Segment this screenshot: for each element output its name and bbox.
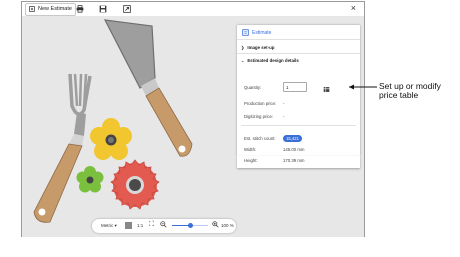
- divider: [241, 125, 356, 126]
- yellow-flower-image: [90, 118, 132, 160]
- new-estimate-label: New Estimate: [38, 6, 72, 12]
- units-label: Metric: [101, 223, 114, 228]
- stitch-count-label: Est. stitch count:: [244, 136, 276, 141]
- digitizing-price-label: Digitizing price:: [244, 114, 274, 119]
- save-button[interactable]: [98, 4, 108, 14]
- print-button[interactable]: [75, 4, 85, 14]
- zoom-out-icon[interactable]: [160, 221, 167, 229]
- zoom-percent: 100 %: [221, 223, 234, 228]
- callout-line-2: price table: [379, 90, 419, 100]
- height-label: Height:: [244, 158, 258, 163]
- design-details-section[interactable]: ⌄ Estimated design details: [241, 58, 299, 63]
- save-icon: [99, 5, 107, 13]
- callout-text: Set up or modify price table: [379, 82, 441, 100]
- callout-arrow: [349, 84, 377, 90]
- chevron-down-icon: ⌄: [241, 58, 245, 63]
- estimate-icon: [242, 29, 249, 36]
- width-label: Width:: [244, 147, 257, 152]
- view-controls-bar: Metric ▾ 1:1 ⛶ 100 %: [92, 219, 236, 233]
- divider: [237, 53, 360, 54]
- price-table-icon[interactable]: [323, 86, 330, 93]
- export-button[interactable]: [122, 4, 132, 14]
- frame-icon[interactable]: [125, 222, 132, 229]
- quantity-input[interactable]: 1: [283, 82, 307, 92]
- zoom-unit: %: [229, 223, 234, 228]
- zoom-value: 100: [221, 223, 229, 228]
- toolbar: New Estimate ×: [22, 2, 364, 17]
- estimate-header: Estimate: [242, 29, 271, 36]
- zoom-in-icon[interactable]: [212, 221, 219, 229]
- estimate-window: New Estimate × Estimate ❯ Image set-up ⌄…: [21, 1, 365, 237]
- stitch-count-badge: 15,421: [283, 135, 302, 142]
- estimate-title: Estimate: [252, 29, 272, 36]
- close-icon[interactable]: ×: [351, 3, 356, 13]
- green-flower-image: [76, 166, 104, 193]
- digitizing-price-value: -: [283, 114, 285, 119]
- zoom-slider-handle[interactable]: [187, 223, 193, 228]
- one-to-one-button[interactable]: 1:1: [137, 223, 143, 228]
- units-select[interactable]: Metric ▾: [101, 223, 117, 229]
- image-setup-section[interactable]: ❯ Image set-up: [241, 45, 274, 50]
- height-value: 170.39 mm: [283, 158, 305, 163]
- production-price-label: Production price:: [244, 101, 277, 106]
- new-estimate-button[interactable]: New Estimate: [25, 2, 76, 16]
- design-canvas[interactable]: Estimate ❯ Image set-up ⌄ Estimated desi…: [22, 16, 364, 237]
- width-value: 145.00 mm: [283, 147, 305, 152]
- chevron-right-icon: ❯: [241, 45, 245, 50]
- estimate-panel: Estimate ❯ Image set-up ⌄ Estimated desi…: [237, 25, 360, 156]
- export-icon: [123, 5, 131, 13]
- divider: [237, 39, 360, 40]
- quantity-label: Quantity:: [244, 85, 262, 90]
- design-details-label: Estimated design details: [247, 58, 299, 63]
- production-price-value: -: [283, 101, 285, 106]
- new-estimate-icon: [29, 6, 35, 12]
- image-setup-label: Image set-up: [247, 45, 275, 50]
- fit-icon[interactable]: ⛶: [149, 221, 154, 229]
- fork-image: [33, 73, 92, 223]
- print-icon: [76, 5, 84, 13]
- chevron-down-icon: ▾: [114, 223, 117, 228]
- estimate-panel-footer: Height: 170.39 mm: [237, 156, 360, 168]
- red-flower-image: [110, 159, 160, 210]
